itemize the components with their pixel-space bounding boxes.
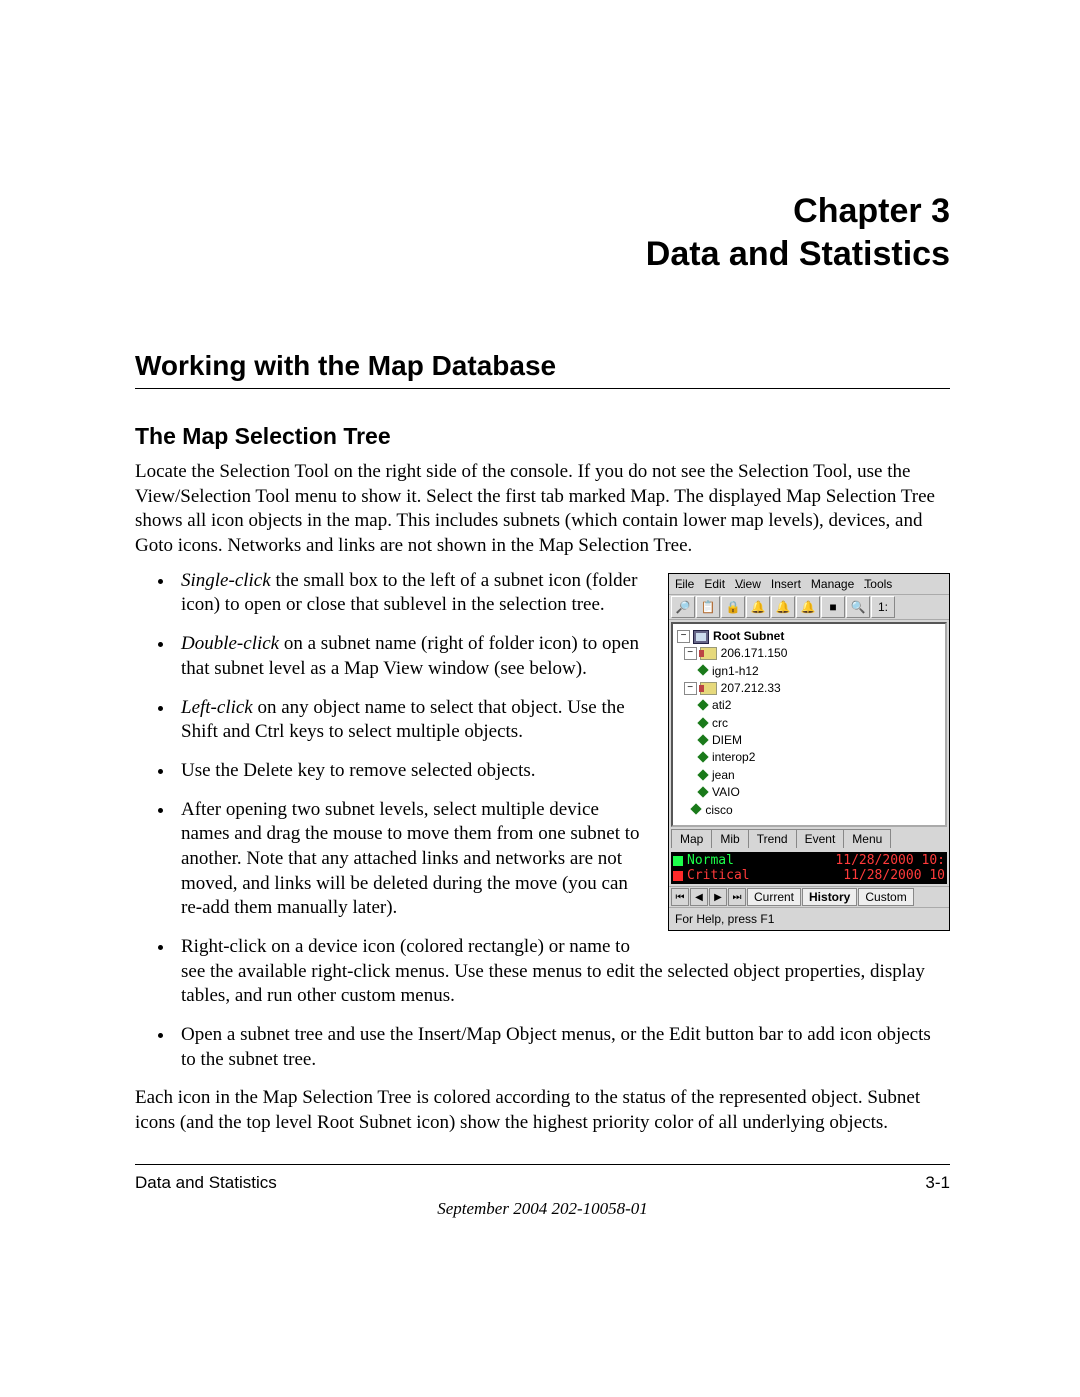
history-nav-button[interactable]: ⏭ [728,888,746,906]
status-date: 11/28/2000 10: [835,853,945,868]
clipboard-icon[interactable]: 📋 [696,596,720,618]
device-icon [697,717,708,728]
chapter-title: Chapter 3 Data and Statistics [135,190,950,275]
status-row-normal: Normal 11/28/2000 10: [671,853,947,868]
history-nav-button[interactable]: ◀ [690,888,708,906]
menu-file[interactable]: File [675,577,694,591]
section-heading: Working with the Map Database [135,350,950,389]
history-nav[interactable]: ⏮◀▶⏭CurrentHistoryCustom [669,886,949,907]
collapse-icon[interactable]: − [677,630,690,643]
tab-menu[interactable]: Menu [843,829,891,848]
binoculars-icon[interactable]: 🔎 [671,596,695,618]
history-tab-history[interactable]: History [802,888,857,906]
history-tab-current[interactable]: Current [747,888,801,906]
device-icon [691,804,702,815]
tree-device[interactable]: crc [677,715,943,732]
lock-icon[interactable]: 🔒 [721,596,745,618]
menu-edit[interactable]: Edit [704,577,725,591]
critical-indicator-icon [673,871,683,881]
list-item-lead: Left-click [181,697,253,718]
menu-tools[interactable]: Tools [864,577,892,591]
tab-map[interactable]: Map [671,829,712,848]
collapse-icon[interactable]: − [684,647,697,660]
magnifier-icon[interactable]: 🔍 [846,596,870,618]
status-panel: Normal 11/28/2000 10:Critical 11/28/2000 1… [671,852,947,884]
device-icon [697,752,708,763]
tree-device[interactable]: cisco [677,802,943,819]
footer-date: September 2004 202-10058-01 [135,1199,950,1219]
subsection-heading: The Map Selection Tree [135,423,950,450]
selection-tabs[interactable]: MapMibTrendEventMenu [671,829,947,848]
bell3-icon[interactable]: 🔔 [796,596,820,618]
tree-subnet[interactable]: −207.212.33 [677,680,943,697]
map-selection-tree[interactable]: −Root Subnet−206.171.150ign1-h12−207.212… [671,622,947,827]
bell2-icon[interactable]: 🔔 [771,596,795,618]
menu-manage[interactable]: Manage [811,577,854,591]
tree-device[interactable]: ati2 [677,697,943,714]
footer-left: Data and Statistics [135,1173,277,1193]
history-nav-button[interactable]: ▶ [709,888,727,906]
tree-device[interactable]: jean [677,767,943,784]
one-icon[interactable]: 1: [871,596,895,618]
footer-right: 3-1 [925,1173,950,1193]
tab-mib[interactable]: Mib [711,829,748,848]
tree-device[interactable]: VAIO [677,784,943,801]
subnet-folder-icon [700,682,717,695]
history-nav-button[interactable]: ⏮ [671,888,689,906]
device-icon [697,786,708,797]
status-label: Normal [687,853,831,868]
menu-view[interactable]: View [735,577,761,591]
tree-device[interactable]: DIEM [677,732,943,749]
status-row-critical: Critical 11/28/2000 10 [671,868,947,883]
tab-trend[interactable]: Trend [748,829,797,848]
device-icon [697,699,708,710]
normal-indicator-icon [673,856,683,866]
status-date: 11/28/2000 10 [843,868,945,883]
tree-subnet[interactable]: −206.171.150 [677,645,943,662]
list-item: Right-click on a device icon (colored re… [175,935,950,1009]
intro-paragraph: Locate the Selection Tool on the right s… [135,460,950,559]
status-bar: For Help, press F1 [669,907,949,930]
app-menubar[interactable]: File Edit View Insert Manage Tools [669,574,949,594]
root-subnet-icon [693,630,709,644]
list-item-lead: Single-click [181,570,271,591]
status-label: Critical [687,868,839,883]
list-item: Open a subnet tree and use the Insert/Ma… [175,1023,950,1072]
menu-insert[interactable]: Insert [771,577,801,591]
app-toolbar[interactable]: 🔎📋🔒🔔🔔🔔■🔍1: [669,594,949,620]
subnet-folder-icon [700,647,717,660]
device-icon [697,734,708,745]
collapse-icon[interactable]: − [684,682,697,695]
tab-event[interactable]: Event [796,829,845,848]
footer-rule [135,1164,950,1165]
device-icon [697,769,708,780]
bell-icon[interactable]: 🔔 [746,596,770,618]
tree-device[interactable]: interop2 [677,749,943,766]
closing-paragraph: Each icon in the Map Selection Tree is c… [135,1086,950,1135]
stop-icon[interactable]: ■ [821,596,845,618]
list-item-lead: Double-click [181,633,279,654]
chapter-name: Data and Statistics [646,235,950,273]
selection-tool-screenshot: FileEditViewInsertManageTools 🔎📋🔒🔔🔔🔔■🔍1:… [668,573,950,931]
device-icon [697,665,708,676]
history-tab-custom[interactable]: Custom [858,888,913,906]
chapter-number: Chapter 3 [793,192,950,230]
tree-root[interactable]: −Root Subnet [677,628,943,645]
tree-device[interactable]: ign1-h12 [677,663,943,680]
